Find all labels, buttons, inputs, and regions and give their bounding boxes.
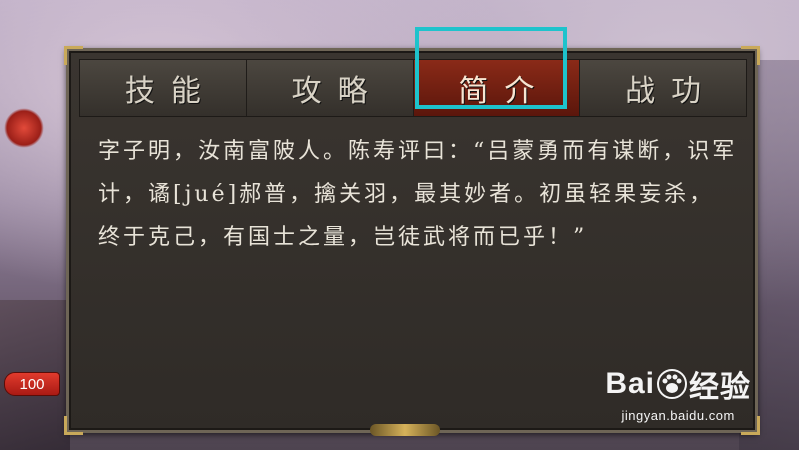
background-lantern — [4, 108, 44, 148]
introduction-text: 字子明，汝南富陂人。陈寿评曰：“吕蒙勇而有谋断，识军计，谲[jué]郝普，擒关羽… — [98, 139, 738, 250]
tab-achievements[interactable]: 战功 — [580, 60, 746, 116]
baidu-jingyan-watermark: Bai 经验 jingyan.baidu.com — [605, 362, 751, 423]
tab-bar: 技能 攻略 简介 战功 — [79, 59, 747, 117]
level-badge: 100 — [4, 372, 60, 396]
corner-ornament — [64, 416, 83, 435]
paw-icon — [657, 369, 687, 399]
tab-strategy[interactable]: 攻略 — [247, 60, 414, 116]
watermark-url: jingyan.baidu.com — [621, 408, 735, 423]
tab-skills[interactable]: 技能 — [80, 60, 247, 116]
watermark-logo-text: Bai — [605, 367, 655, 400]
bottom-ornament — [370, 424, 440, 436]
watermark-jingyan-text: 经验 — [689, 371, 751, 404]
tab-introduction[interactable]: 简介 — [413, 60, 581, 116]
